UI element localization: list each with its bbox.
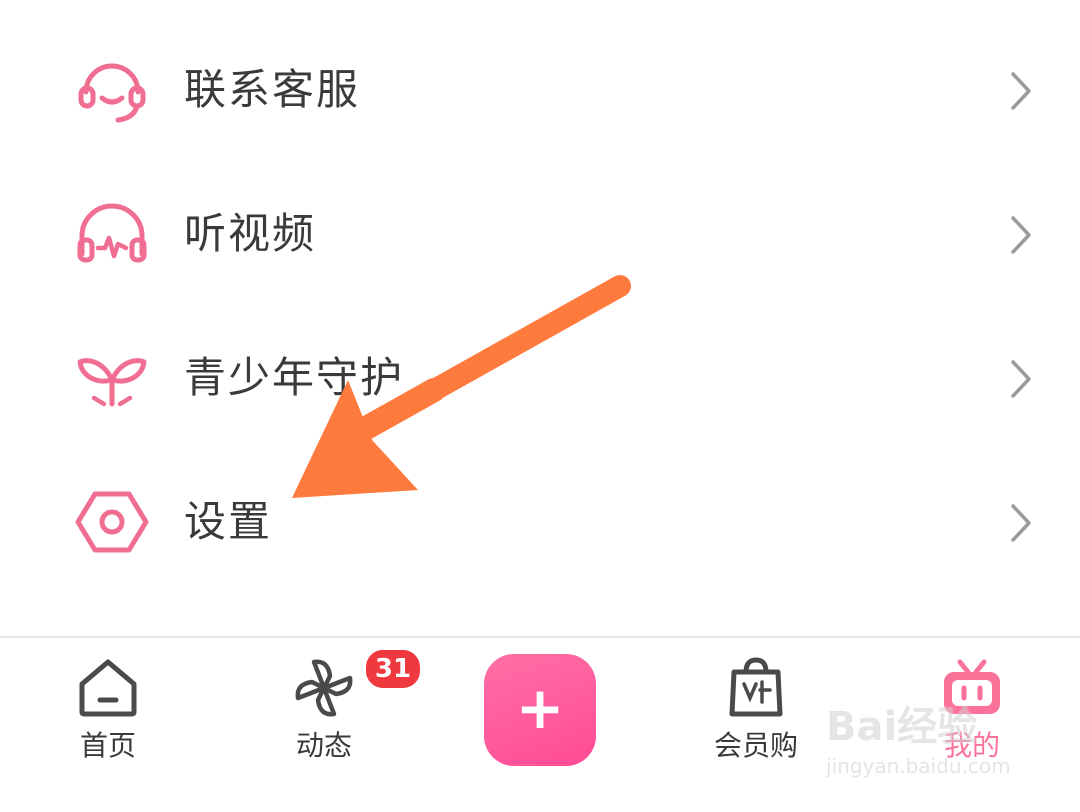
menu-item-label: 青少年守护 — [184, 353, 405, 402]
tab-member-shop[interactable]: 会员购 — [688, 638, 824, 812]
menu-item-teen-protection[interactable]: 青少年守护 — [0, 308, 1080, 448]
menu-item-customer-service[interactable]: 联系客服 — [0, 20, 1080, 160]
headphones-icon — [77, 203, 147, 263]
menu-item-label: 联系客服 — [184, 65, 361, 114]
tab-label: 我的 — [943, 729, 1000, 762]
menu-item-listen-video[interactable]: 听视频 — [0, 164, 1080, 304]
hexagon-settings-icon — [75, 491, 149, 553]
chevron-right-icon — [1011, 360, 1031, 398]
menu-item-label: 听视频 — [184, 209, 317, 258]
home-icon — [79, 659, 137, 717]
menu-item-settings[interactable]: 设置 — [0, 452, 1080, 592]
plus-icon: + — [515, 674, 565, 742]
shopping-bag-icon — [729, 657, 783, 717]
tv-icon — [944, 659, 1000, 714]
tab-label: 动态 — [295, 729, 352, 762]
headset-icon — [78, 63, 146, 123]
pinwheel-icon — [295, 659, 353, 717]
tab-mine[interactable]: 我的 — [904, 638, 1040, 812]
chevron-right-icon — [1011, 216, 1031, 254]
menu-item-label: 设置 — [184, 497, 273, 546]
tab-label: 会员购 — [713, 729, 798, 762]
chevron-right-icon — [1011, 504, 1031, 542]
sprout-icon — [77, 358, 147, 407]
tab-dynamic[interactable]: 31 动态 — [256, 638, 422, 812]
tab-label: 首页 — [79, 729, 136, 762]
notification-badge: 31 — [364, 648, 422, 690]
tab-home[interactable]: 首页 — [40, 638, 176, 812]
chevron-right-icon — [1011, 72, 1031, 110]
bottom-tab-bar: 首页 31 动态 + 会员购 我的 — [0, 636, 1080, 812]
publish-button[interactable]: + — [484, 654, 596, 766]
